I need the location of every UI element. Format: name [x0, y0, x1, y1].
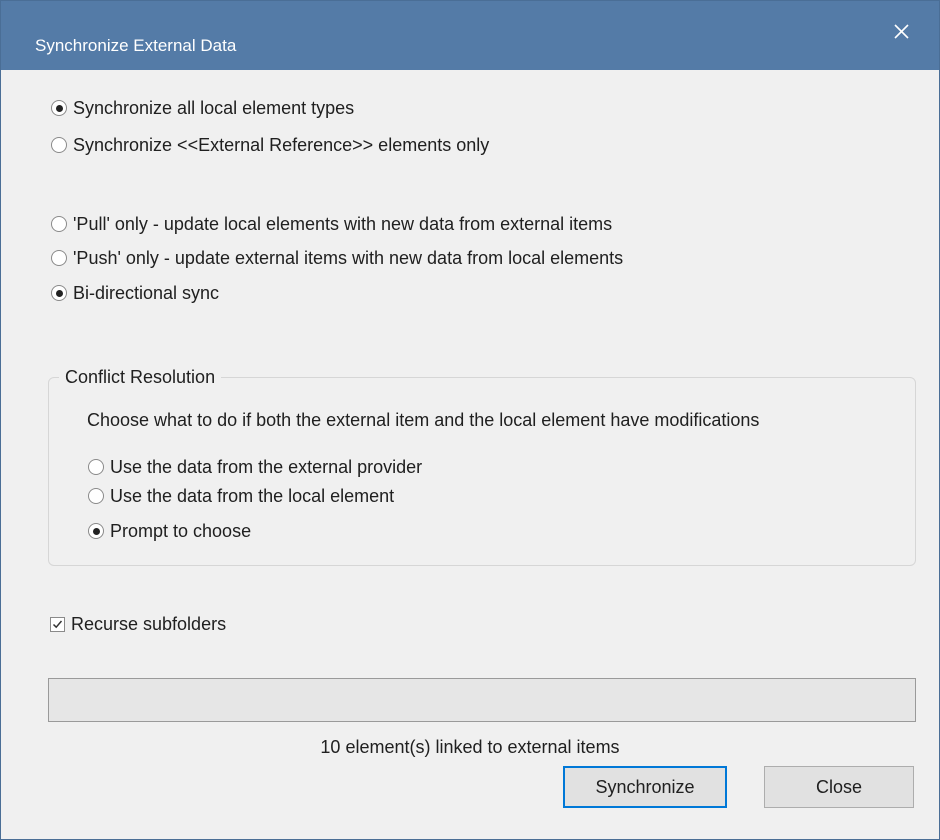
- radio-label: Use the data from the local element: [110, 486, 395, 506]
- radio-button[interactable]: [51, 216, 67, 232]
- dialog-title: Synchronize External Data: [35, 36, 237, 55]
- linked-elements-status: 10 element(s) linked to external items: [320, 737, 620, 757]
- radio-sync-external-reference-only[interactable]: Synchronize <<External Reference>> eleme…: [51, 134, 489, 156]
- radio-label: Prompt to choose: [110, 521, 252, 541]
- radio-label: 'Push' only - update external items with…: [73, 248, 624, 268]
- radio-button[interactable]: [51, 100, 67, 116]
- title-bar: Synchronize External Data: [1, 1, 939, 70]
- radio-button[interactable]: [88, 523, 104, 539]
- radio-push-only[interactable]: 'Push' only - update external items with…: [51, 247, 623, 269]
- radio-button[interactable]: [51, 137, 67, 153]
- radio-use-external-provider[interactable]: Use the data from the external provider: [88, 456, 422, 478]
- dialog-window: Synchronize External Data Synchronize al…: [0, 0, 940, 840]
- synchronize-button[interactable]: Synchronize: [563, 766, 727, 808]
- radio-use-local-element[interactable]: Use the data from the local element: [88, 485, 394, 507]
- radio-label: Bi-directional sync: [73, 283, 220, 303]
- radio-label: Synchronize all local element types: [73, 98, 355, 118]
- conflict-description: Choose what to do if both the external i…: [87, 410, 760, 430]
- radio-button[interactable]: [51, 250, 67, 266]
- radio-label: Use the data from the external provider: [110, 457, 423, 477]
- close-button[interactable]: Close: [764, 766, 914, 808]
- radio-label: Synchronize <<External Reference>> eleme…: [73, 135, 490, 155]
- close-x-icon[interactable]: [879, 11, 923, 51]
- radio-button[interactable]: [88, 488, 104, 504]
- radio-button[interactable]: [88, 459, 104, 475]
- radio-bidirectional[interactable]: Bi-directional sync: [51, 282, 219, 304]
- radio-sync-all-types[interactable]: Synchronize all local element types: [51, 97, 354, 119]
- checkbox-label: Recurse subfolders: [71, 614, 227, 634]
- radio-button[interactable]: [51, 285, 67, 301]
- radio-label: 'Pull' only - update local elements with…: [73, 214, 613, 234]
- checkmark-icon: [52, 620, 63, 628]
- sync-progress-bar: [48, 678, 916, 722]
- dialog-content: Synchronize all local element types Sync…: [1, 70, 939, 839]
- checkbox-box[interactable]: [50, 616, 65, 632]
- conflict-resolution-legend: Conflict Resolution: [59, 366, 222, 388]
- radio-prompt-to-choose[interactable]: Prompt to choose: [88, 520, 251, 542]
- recurse-subfolders-checkbox[interactable]: Recurse subfolders: [50, 613, 226, 635]
- radio-pull-only[interactable]: 'Pull' only - update local elements with…: [51, 213, 612, 235]
